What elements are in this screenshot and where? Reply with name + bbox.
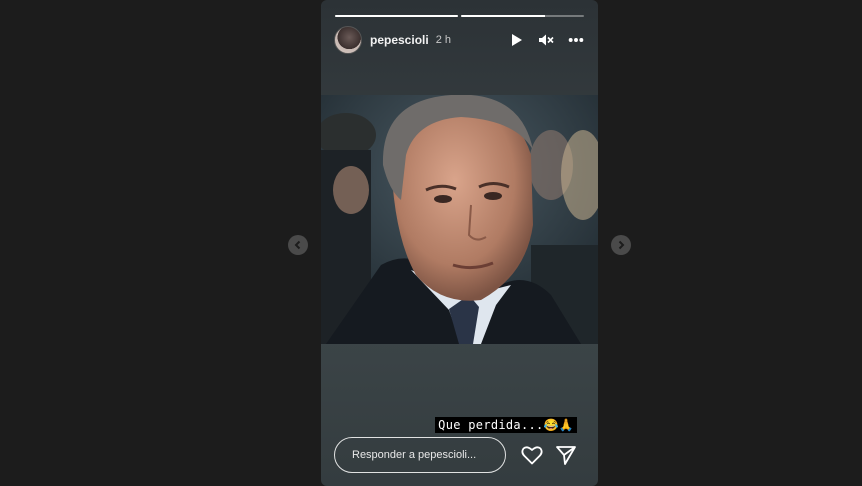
chevron-right-icon: [618, 240, 625, 250]
timestamp: 2 h: [435, 34, 451, 46]
story-photo: [321, 95, 598, 344]
chevron-left-icon: [294, 240, 301, 250]
play-button[interactable]: [508, 32, 524, 48]
username[interactable]: pepescioli: [370, 33, 429, 47]
play-icon: [511, 34, 522, 46]
prev-story-button[interactable]: [288, 235, 308, 255]
story-viewer[interactable]: pepescioli 2 h Que perdida...😂🙏 Responde…: [321, 0, 598, 486]
story-caption: Que perdida...😂🙏: [435, 417, 577, 433]
more-icon: [568, 38, 584, 42]
more-options-button[interactable]: [568, 32, 584, 48]
send-icon: [556, 446, 576, 465]
reply-input[interactable]: Responder a pepescioli...: [334, 437, 506, 473]
like-button[interactable]: [521, 444, 543, 466]
heart-icon: [521, 446, 543, 465]
next-story-button[interactable]: [611, 235, 631, 255]
story-header: pepescioli 2 h: [334, 26, 584, 54]
mute-button[interactable]: [538, 32, 554, 48]
avatar[interactable]: [334, 26, 362, 54]
story-progress: [335, 15, 584, 17]
reply-placeholder: Responder a pepescioli...: [352, 449, 477, 461]
progress-segment: [461, 15, 584, 17]
share-button[interactable]: [555, 444, 577, 466]
progress-segment: [335, 15, 458, 17]
mute-icon: [539, 34, 554, 46]
